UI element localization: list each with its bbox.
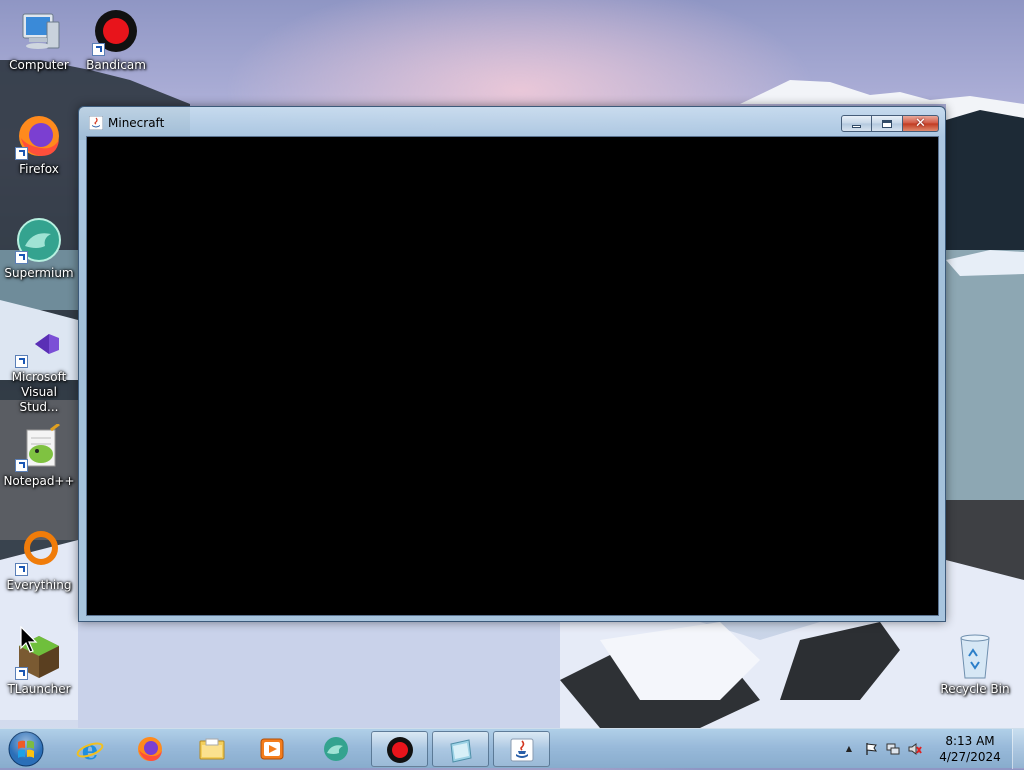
taskbar-clock[interactable]: 8:13 AM 4/27/2024 <box>930 733 1010 765</box>
clock-date: 4/27/2024 <box>939 750 1001 764</box>
shortcut-arrow-icon <box>15 251 28 264</box>
maximize-button[interactable] <box>872 115 903 132</box>
bandicam-icon <box>387 737 413 763</box>
app-icon <box>450 739 472 763</box>
everything-icon <box>15 528 63 576</box>
desktop-icon-visual-studio[interactable]: Microsoft Visual Stud... <box>0 320 78 415</box>
shortcut-arrow-icon <box>15 459 28 472</box>
desktop-icon-supermium[interactable]: Supermium <box>0 216 78 281</box>
volume-muted-icon[interactable] <box>908 742 922 756</box>
desktop-icon-label: Microsoft Visual Stud... <box>11 370 67 414</box>
taskbar-java[interactable] <box>493 731 550 767</box>
desktop-icon-bandicam[interactable]: Bandicam <box>77 8 155 73</box>
media-player-icon <box>260 738 284 760</box>
firefox-icon <box>138 737 162 761</box>
java-icon <box>89 116 103 130</box>
desktop-icon-label: Supermium <box>4 266 74 280</box>
svg-text:e: e <box>82 736 99 763</box>
firefox-icon <box>15 112 63 160</box>
taskbar-file-explorer[interactable] <box>184 731 241 767</box>
taskbar-bandicam[interactable] <box>371 731 428 767</box>
internet-explorer-icon: e <box>76 736 104 763</box>
shortcut-arrow-icon <box>15 667 28 680</box>
taskbar-app[interactable] <box>432 731 489 767</box>
start-button[interactable] <box>6 731 46 767</box>
action-center-flag-icon[interactable] <box>864 742 878 756</box>
taskbar-supermium[interactable] <box>308 731 365 767</box>
network-icon[interactable] <box>886 742 900 756</box>
desktop-icon-firefox[interactable]: Firefox <box>0 112 78 177</box>
computer-icon <box>15 8 63 56</box>
show-desktop-button[interactable] <box>1012 729 1024 769</box>
window-titlebar[interactable]: Minecraft ✕ <box>79 107 945 137</box>
desktop-icon-label: Computer <box>9 58 69 72</box>
bandicam-icon <box>92 8 140 56</box>
desktop-icon-computer[interactable]: Computer <box>0 8 78 73</box>
minecraft-window[interactable]: Minecraft ✕ <box>78 106 946 622</box>
window-title: Minecraft <box>108 116 165 130</box>
show-hidden-icons-button[interactable]: ▲ <box>842 742 856 756</box>
desktop-icon-label: Recycle Bin <box>940 682 1010 696</box>
desktop-icon-label: TLauncher <box>7 682 71 696</box>
desktop-icon-recycle-bin[interactable]: Recycle Bin <box>936 632 1014 697</box>
window-client-area[interactable] <box>86 136 939 616</box>
visual-studio-icon <box>15 320 63 368</box>
desktop-icon-label: Everything <box>6 578 72 592</box>
desktop-icon-label: Bandicam <box>86 58 146 72</box>
close-icon: ✕ <box>915 116 926 131</box>
shortcut-arrow-icon <box>15 147 28 160</box>
system-tray: ▲ 8:13 AM 4/27/2024 <box>834 729 1024 769</box>
file-explorer-icon <box>199 738 225 760</box>
java-icon <box>510 738 534 762</box>
desktop-icon-notepadpp[interactable]: Notepad++ <box>0 422 78 489</box>
supermium-icon <box>15 216 63 264</box>
mouse-cursor-icon <box>20 626 38 653</box>
desktop-icon-everything[interactable]: Everything <box>0 528 78 593</box>
minimize-button[interactable] <box>841 115 872 132</box>
taskbar-media-player[interactable] <box>244 731 301 767</box>
shortcut-arrow-icon <box>92 43 105 56</box>
recycle-bin-icon <box>951 632 999 680</box>
desktop-icon-label: Notepad++ <box>3 474 75 488</box>
desktop-icon-label: Firefox <box>19 162 59 176</box>
close-button[interactable]: ✕ <box>903 115 939 132</box>
taskbar-internet-explorer[interactable]: e <box>62 731 119 767</box>
shortcut-arrow-icon <box>15 563 28 576</box>
taskbar: e ▲ 8:13 AM 4/27/2024 <box>0 728 1024 769</box>
supermium-icon <box>324 737 348 761</box>
taskbar-firefox[interactable] <box>122 731 179 767</box>
notepadpp-icon <box>15 422 63 472</box>
clock-time: 8:13 AM <box>945 734 995 748</box>
desktop-icon-tlauncher[interactable]: TLauncher <box>0 632 78 697</box>
shortcut-arrow-icon <box>15 355 28 368</box>
